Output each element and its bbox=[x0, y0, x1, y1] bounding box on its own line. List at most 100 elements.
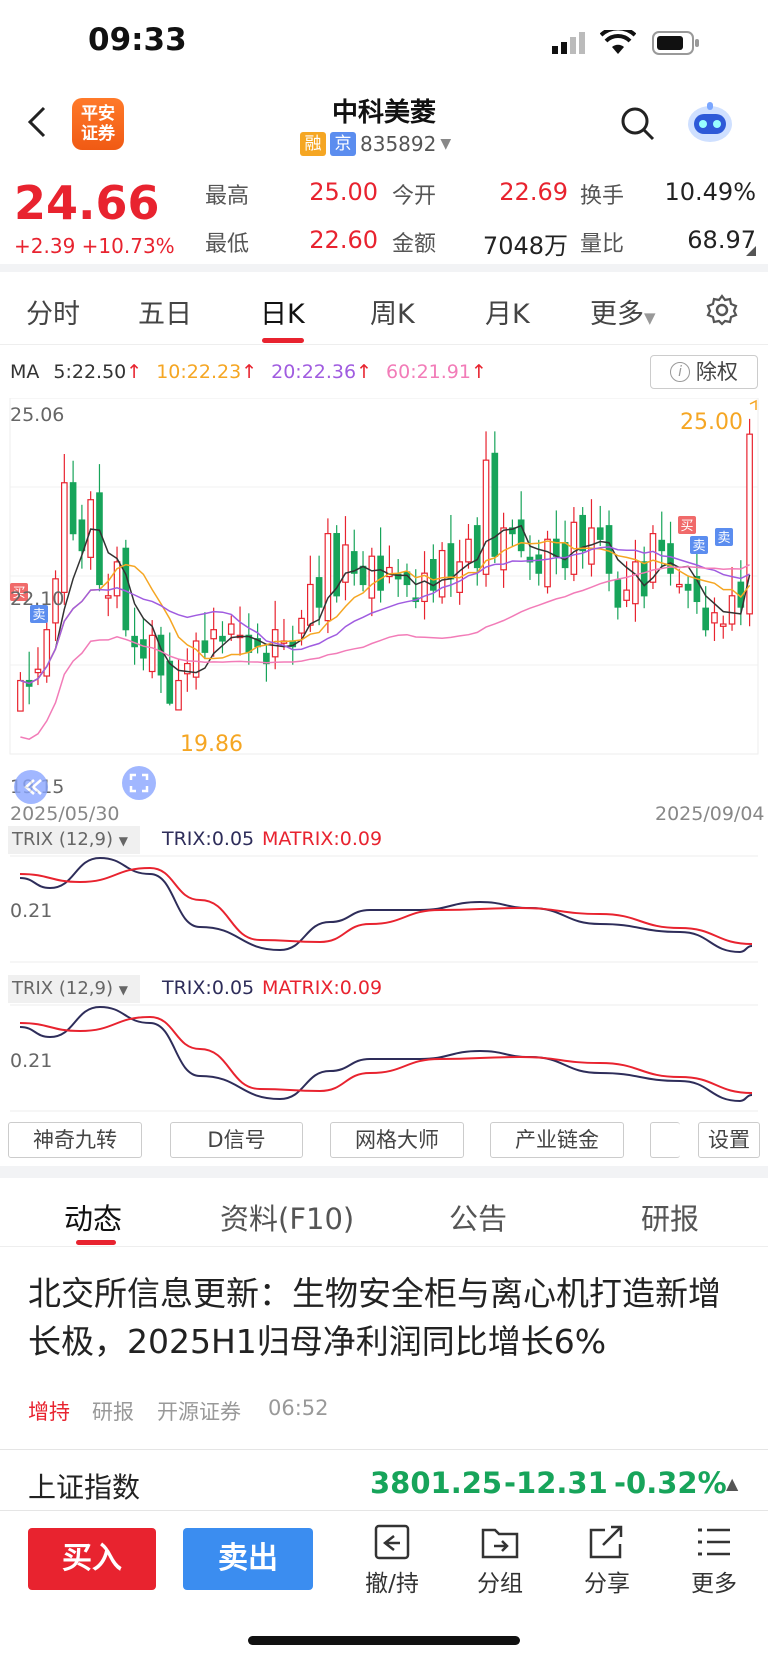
candle-body bbox=[104, 595, 112, 599]
price-change: +2.39 +10.73% bbox=[14, 234, 175, 258]
buy-button[interactable]: 买入 bbox=[28, 1528, 156, 1590]
candle-body bbox=[17, 679, 24, 712]
more-dropdown-icon: ▼ bbox=[644, 309, 656, 327]
candle-body bbox=[201, 640, 209, 653]
tab-more[interactable]: 更多▼ bbox=[590, 292, 656, 331]
status-time: 09:33 bbox=[88, 22, 187, 58]
fullscreen-icon[interactable] bbox=[122, 766, 156, 800]
matrix-value-2: MATRIX:0.09 bbox=[262, 977, 383, 999]
sell-button[interactable]: 卖出 bbox=[183, 1528, 313, 1590]
trix-chart-1[interactable] bbox=[0, 852, 768, 966]
trix-value-2: TRIX:0.05 bbox=[162, 977, 255, 999]
trix-line bbox=[19, 856, 753, 954]
tab-research[interactable]: 研报 bbox=[641, 1196, 699, 1238]
kline-chart[interactable]: 买卖买卖卖 bbox=[0, 398, 768, 800]
tab-news[interactable]: 动态 bbox=[64, 1196, 122, 1238]
quote-label-low: 最低 bbox=[205, 232, 250, 257]
max-marker-line bbox=[749, 399, 757, 410]
share-label: 分享 bbox=[584, 1571, 630, 1597]
tab-five-day[interactable]: 五日 bbox=[138, 292, 192, 331]
candle-body bbox=[175, 679, 182, 711]
indicator-settings-button[interactable]: 设置 bbox=[698, 1122, 760, 1158]
cancel-order-icon bbox=[374, 1524, 410, 1560]
index-change: -12.31 bbox=[504, 1466, 608, 1500]
candle-body bbox=[227, 623, 235, 635]
trix-selector-2[interactable]: TRIX (12,9) ▼ bbox=[8, 975, 140, 1003]
tab-more-label: 更多 bbox=[590, 299, 644, 330]
indicator-button-partial[interactable] bbox=[650, 1122, 680, 1158]
indicator-button-grid-master[interactable]: 网格大师 bbox=[330, 1122, 464, 1158]
ma60-legend: 60:21.91↑ bbox=[386, 361, 487, 383]
trix-selector-1[interactable]: TRIX (12,9) ▼ bbox=[8, 826, 140, 854]
trix-line bbox=[19, 1005, 753, 1103]
y-axis-top: 25.06 bbox=[10, 404, 65, 426]
settings-gear-icon[interactable] bbox=[706, 294, 738, 330]
expand-corner-icon[interactable] bbox=[746, 246, 756, 256]
news-tab-indicator bbox=[76, 1240, 116, 1245]
trix-selector-label: TRIX (12,9) bbox=[12, 829, 113, 850]
indicator-button-nine-turns[interactable]: 神奇九转 bbox=[8, 1122, 142, 1158]
quote-value-high: 25.00 bbox=[309, 178, 378, 206]
candle-body bbox=[667, 543, 674, 574]
section-divider bbox=[0, 1166, 768, 1178]
candle-body bbox=[438, 549, 446, 598]
news-rating: 增持 bbox=[28, 1400, 70, 1424]
buy-marker: 买 bbox=[680, 519, 693, 534]
tab-weekly-k[interactable]: 周K bbox=[370, 292, 415, 331]
tab-announcement[interactable]: 公告 bbox=[449, 1196, 507, 1238]
candle-body bbox=[702, 607, 710, 631]
candle-body bbox=[544, 538, 551, 588]
news-type: 研报 bbox=[92, 1400, 134, 1424]
quote-value-amount: 7048万 bbox=[482, 232, 568, 260]
candle-body bbox=[640, 561, 648, 597]
trix-selector-label: TRIX (12,9) bbox=[12, 978, 113, 999]
candle-body bbox=[579, 514, 587, 552]
news-headline[interactable]: 北交所信息更新：生物安全柜与离心机打造新增长极，2025H1归母净利润同比增长6… bbox=[28, 1270, 744, 1366]
cancel-hold-button[interactable]: 撤/持 bbox=[352, 1524, 432, 1598]
news-time: 06:52 bbox=[268, 1396, 329, 1420]
tab-monthly-k[interactable]: 月K bbox=[485, 292, 530, 331]
quote-value-turnover: 10.49% bbox=[664, 178, 756, 206]
trix-chart-2[interactable] bbox=[0, 1001, 768, 1115]
ma20-line bbox=[20, 546, 750, 685]
indicator-button-industry-chain[interactable]: 产业链金 bbox=[490, 1122, 624, 1158]
candle-body bbox=[210, 629, 218, 640]
folder-icon bbox=[481, 1528, 519, 1559]
candle-body bbox=[60, 482, 68, 593]
matrix-value-1: MATRIX:0.09 bbox=[262, 828, 383, 850]
tab-intraday[interactable]: 分时 bbox=[26, 292, 80, 331]
candle-body bbox=[78, 519, 86, 552]
stock-code-row[interactable]: 融 京 835892 ▼ bbox=[300, 132, 451, 156]
more-button[interactable]: 更多 bbox=[674, 1524, 754, 1598]
ma10-legend: 10:22.23↑ bbox=[156, 361, 258, 383]
tab-daily-k[interactable]: 日K bbox=[260, 292, 305, 331]
tab-f10[interactable]: 资料(F10) bbox=[220, 1196, 354, 1238]
expand-up-icon[interactable]: ▲ bbox=[726, 1474, 738, 1493]
candle-body bbox=[96, 492, 103, 586]
candle-body bbox=[122, 547, 130, 631]
ma-label: MA bbox=[10, 361, 40, 383]
max-price-label: 25.00 bbox=[680, 410, 743, 435]
dropdown-icon: ▼ bbox=[118, 983, 128, 997]
candle-body bbox=[306, 583, 314, 626]
search-icon[interactable] bbox=[620, 106, 656, 146]
quote-label-high: 最高 bbox=[205, 184, 250, 209]
stock-code: 835892 bbox=[360, 132, 437, 156]
dropdown-icon: ▼ bbox=[118, 834, 128, 848]
scroll-left-icon[interactable] bbox=[14, 770, 48, 804]
indicator-button-d-signal[interactable]: D信号 bbox=[170, 1122, 303, 1158]
candle-body bbox=[219, 635, 226, 642]
date-end: 2025/09/04 bbox=[655, 803, 765, 825]
robot-assistant-icon[interactable] bbox=[686, 100, 734, 148]
quote-value-low: 22.60 bbox=[309, 226, 378, 254]
adjust-button[interactable]: i 除权 bbox=[650, 355, 758, 389]
matrix-line bbox=[19, 866, 753, 945]
quote-label-open: 今开 bbox=[392, 184, 437, 209]
index-name[interactable]: 上证指数 bbox=[28, 1466, 140, 1506]
sell-marker: 卖 bbox=[717, 531, 730, 546]
quote-label-amount: 金额 bbox=[392, 232, 437, 257]
ma60-line bbox=[20, 564, 750, 741]
share-button[interactable]: 分享 bbox=[567, 1524, 647, 1598]
group-button[interactable]: 分组 bbox=[460, 1524, 540, 1598]
battery-icon bbox=[652, 31, 700, 59]
